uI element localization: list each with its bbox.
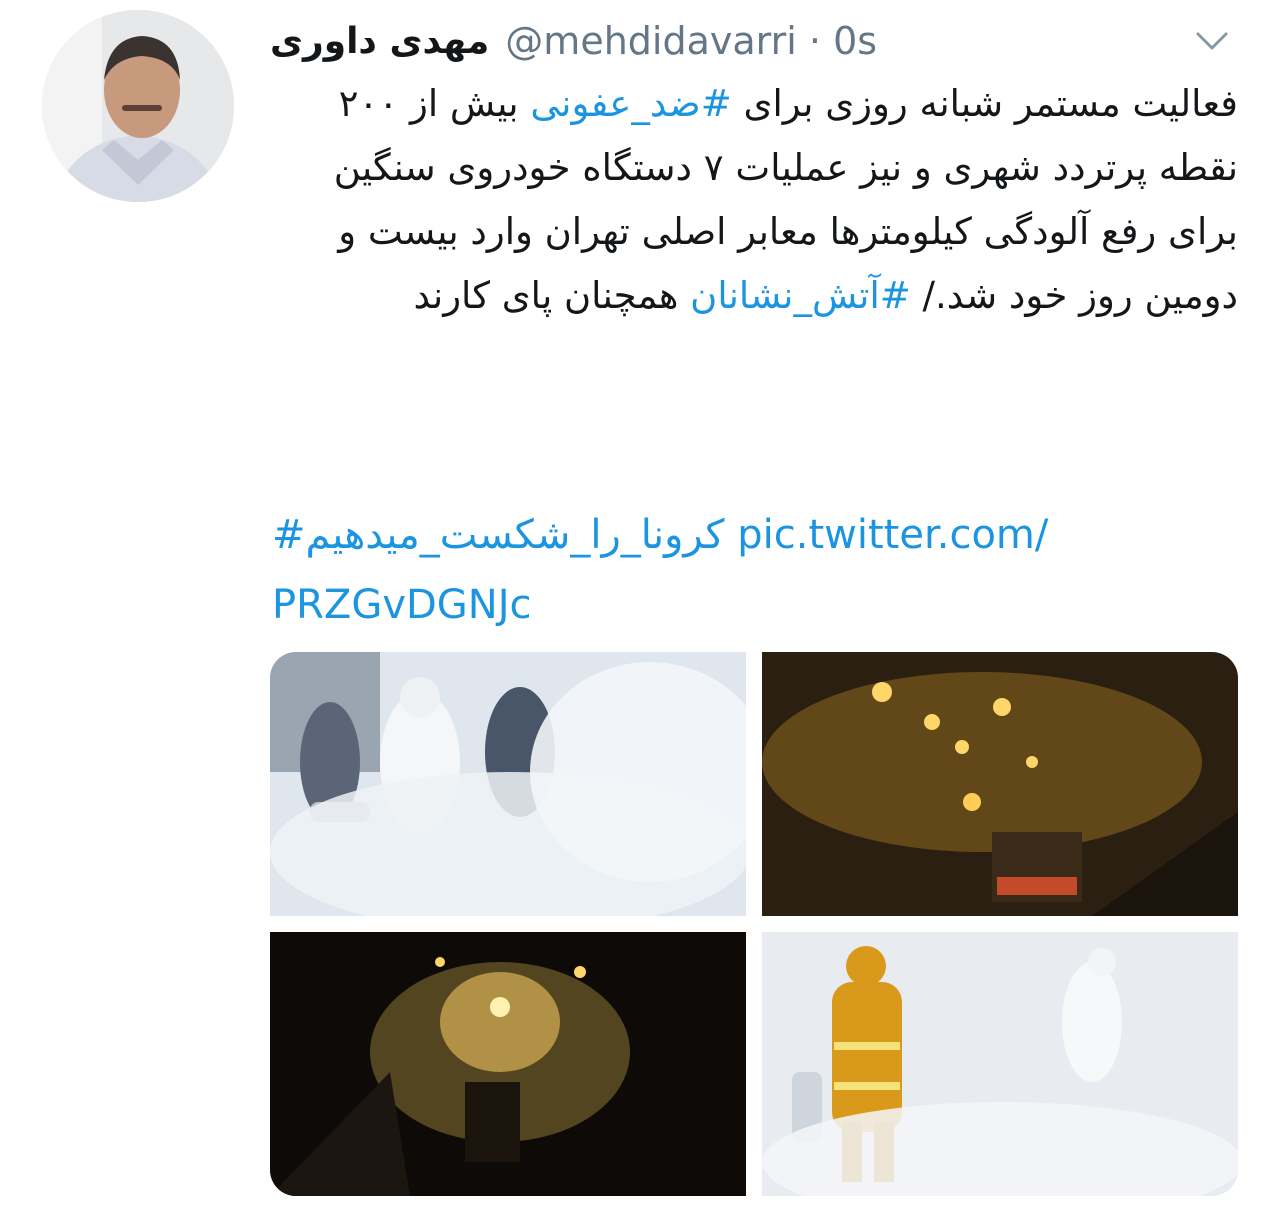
separator-dot: · [808,19,821,63]
hashtag-link[interactable]: #آتش_نشانان [690,274,911,317]
handle-text[interactable]: @mehdidavarri [505,19,796,63]
author-name[interactable]: مهدی داوری [270,21,489,62]
media-photo-1[interactable] [270,652,746,916]
timestamp[interactable]: 0s [833,19,877,63]
media-photo-4[interactable] [762,932,1238,1196]
tweet-links: #کرونا_را_شکست_میدهیم pic.twitter.com/ P… [272,500,1212,640]
media-photo-3[interactable] [270,932,746,1196]
tweet-header: مهدی داوری @mehdidavarri · 0s [270,14,877,68]
hashtag-link[interactable]: #کرونا_را_شکست_میدهیم [272,512,725,558]
author-handle[interactable]: @mehdidavarri · 0s [505,19,877,63]
tweet-body: فعالیت مستمر شبانه روزی برای #ضد_عفونی ب… [288,72,1238,328]
media-photo-2[interactable] [762,652,1238,916]
media-grid [270,652,1238,1196]
hashtag-link[interactable]: #ضد_عفونی [530,82,731,125]
tweet-text-1: فعالیت مستمر شبانه روزی برای [731,82,1238,125]
pic-link-continued[interactable]: PRZGvDGNJc [272,582,532,628]
chevron-down-icon[interactable] [1188,26,1236,56]
pic-link[interactable]: pic.twitter.com/ [737,512,1048,558]
tweet-text-3: همچنان پای کارند [413,274,691,317]
author-avatar[interactable] [42,10,234,202]
